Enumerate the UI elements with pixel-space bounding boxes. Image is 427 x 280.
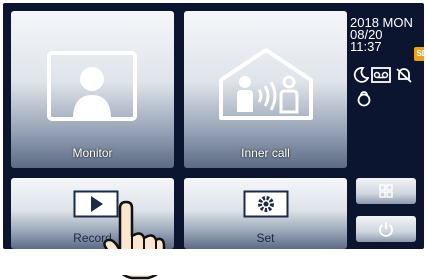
- power-button[interactable]: [356, 216, 416, 242]
- monitor-icon: [47, 51, 137, 121]
- sd-card-badge: SD: [414, 47, 424, 61]
- intercom-device: Monitor Inner call Record Set 2018 MON 0…: [0, 0, 427, 280]
- monitor-label: Monitor: [72, 146, 113, 160]
- time-text: 11:37: [350, 39, 382, 54]
- inner-call-icon: [219, 48, 313, 120]
- inner-call-tile[interactable]: Inner call: [184, 11, 347, 168]
- power-icon: [379, 222, 393, 237]
- lock-icon: [357, 91, 371, 107]
- grid-icon: [379, 184, 393, 198]
- status-panel: 2018 MON 08/20 11:37: [350, 16, 413, 54]
- grid-menu-button[interactable]: [356, 178, 416, 204]
- bell-slash-icon: [396, 68, 412, 83]
- inner-call-label: Inner call: [241, 146, 290, 160]
- set-tile[interactable]: Set: [184, 178, 347, 249]
- gear-icon: [243, 190, 289, 218]
- device-bezel-bottom: [0, 249, 427, 275]
- set-label: Set: [256, 231, 275, 245]
- voicemail-icon: [371, 67, 391, 83]
- night-mode-icon: [353, 67, 369, 83]
- monitor-tile[interactable]: Monitor: [11, 11, 174, 168]
- home-screen: Monitor Inner call Record Set 2018 MON 0…: [3, 3, 424, 249]
